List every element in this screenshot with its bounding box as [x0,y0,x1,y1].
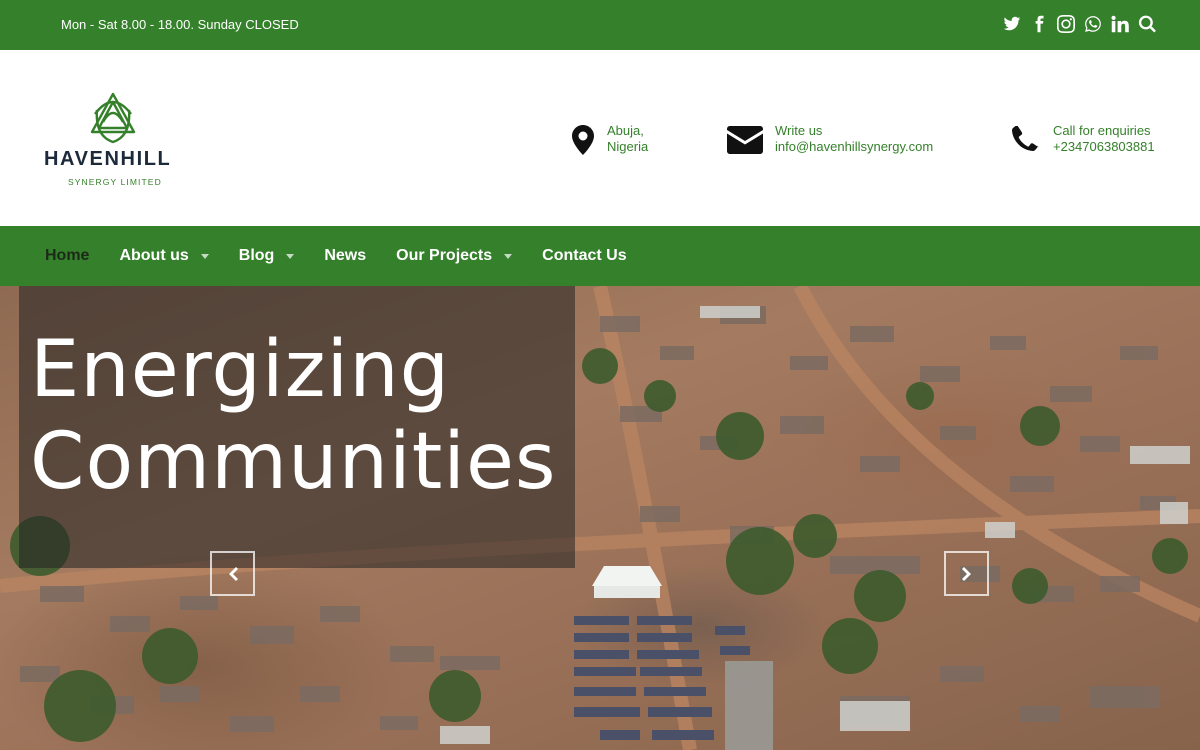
phone-number[interactable]: +2347063803881 [1053,139,1155,155]
nav-item-about-us[interactable]: About us [119,247,209,265]
hero-headline-line-1: Energizing [30,325,451,415]
phone-line-1: Call for enquiries [1053,123,1151,138]
nav-item-label: Blog [238,247,275,264]
chevron-left-icon [228,566,238,581]
contact-phone: Call for enquiries +2347063803881 [1012,123,1155,157]
site-logo[interactable]: HAVENHILL SYNERGY LIMITED [40,92,185,192]
contact-email: Write us info@havenhillsynergy.com [727,123,933,157]
whatsapp-icon[interactable] [1083,13,1102,35]
hero-headline: Energizing Communities [30,324,557,508]
nav-item-label: Contact Us [542,247,627,264]
nav-item-our-projects[interactable]: Our Projects [396,247,513,265]
caret-down-icon [504,253,513,259]
nav-item-label: Our Projects [396,247,493,264]
location-line-1: Abuja, [607,123,644,138]
slider-prev-button[interactable] [210,551,255,596]
nav-item-blog[interactable]: Blog [239,247,295,265]
email-line-1: Write us [775,123,823,138]
email-address[interactable]: info@havenhillsynergy.com [775,139,933,155]
logo-mark-icon [90,92,136,144]
location-line-2: Nigeria [607,139,649,154]
map-pin-icon [572,123,608,157]
facebook-icon[interactable] [1029,13,1048,35]
nav-item-label: About us [119,247,189,264]
nav-item-label: Home [45,247,90,264]
brand-tagline: SYNERGY LIMITED [68,177,162,187]
phone-icon [1012,123,1048,157]
nav-item-label: News [324,247,367,264]
nav-item-contact-us[interactable]: Contact Us [542,247,626,265]
social-links [1002,13,1156,35]
twitter-icon[interactable] [1002,13,1021,35]
main-nav: Home About us Blog News Our Projects Con… [0,226,1200,286]
linkedin-icon[interactable] [1110,13,1129,35]
envelope-icon [727,123,763,157]
slider-next-button[interactable] [944,551,989,596]
instagram-icon[interactable] [1056,13,1075,35]
top-bar: Mon - Sat 8.00 - 18.00. Sunday CLOSED [0,0,1200,50]
caret-down-icon [200,253,209,259]
hero-headline-line-2: Communities [30,417,557,507]
caret-down-icon [286,253,295,259]
hero-slider: Energizing Communities [0,286,1200,750]
search-icon[interactable] [1137,13,1156,35]
site-header: HAVENHILL SYNERGY LIMITED Abuja, Nigeria… [0,50,1200,226]
nav-item-home[interactable]: Home [45,247,89,265]
chevron-right-icon [961,566,971,581]
contact-location: Abuja, Nigeria [572,123,648,157]
brand-name: HAVENHILL [44,148,172,170]
nav-item-news[interactable]: News [324,247,366,265]
opening-hours: Mon - Sat 8.00 - 18.00. Sunday CLOSED [61,17,299,32]
